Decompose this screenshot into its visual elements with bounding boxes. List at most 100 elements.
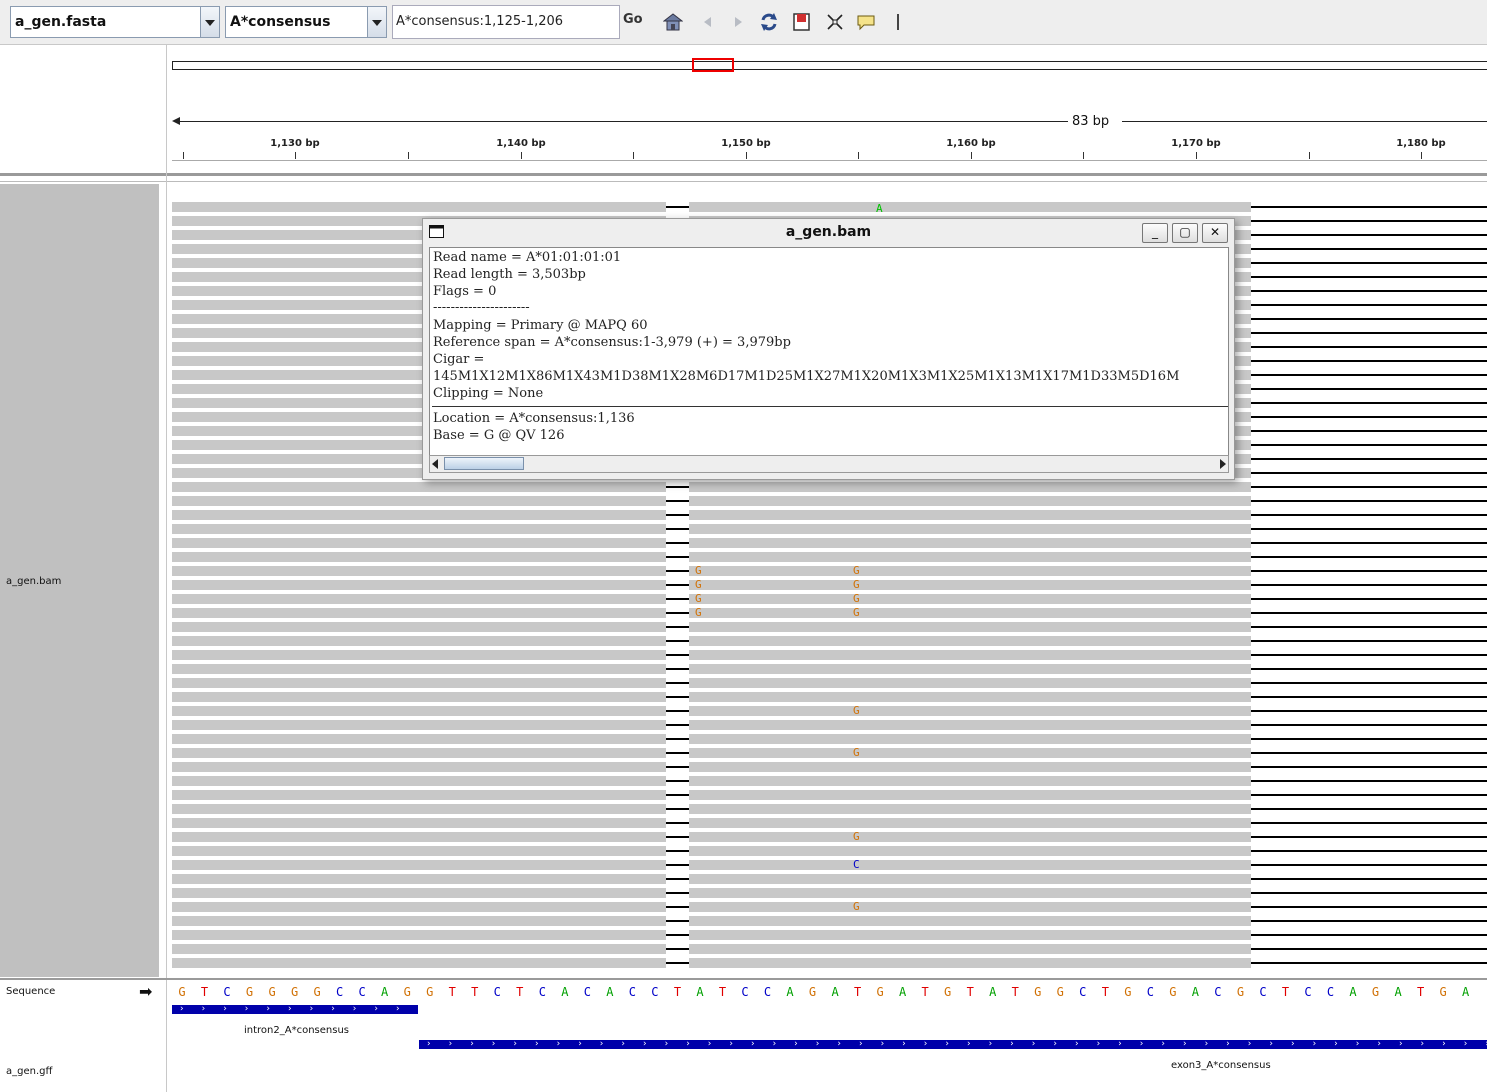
deletion-line bbox=[666, 920, 689, 922]
feature-exon3[interactable]: ››››››››››››››››››››››››››››››››››››››››… bbox=[419, 1040, 1487, 1049]
deletion-line bbox=[666, 934, 689, 936]
minimize-button[interactable]: _ bbox=[1142, 223, 1168, 243]
read-segment[interactable] bbox=[689, 594, 1251, 604]
read-segment[interactable] bbox=[689, 888, 1251, 898]
read-segment[interactable] bbox=[689, 902, 1251, 912]
read-segment[interactable] bbox=[689, 804, 1251, 814]
read-segment[interactable] bbox=[172, 860, 666, 870]
read-segment[interactable] bbox=[172, 622, 666, 632]
sequence-track-label[interactable]: Sequence bbox=[6, 986, 55, 997]
read-segment[interactable] bbox=[689, 706, 1251, 716]
read-segment[interactable] bbox=[689, 636, 1251, 646]
read-segment[interactable] bbox=[172, 888, 666, 898]
read-segment[interactable] bbox=[689, 524, 1251, 534]
sequence-base: C bbox=[741, 985, 749, 999]
read-segment[interactable] bbox=[172, 510, 666, 520]
popup-titlebar[interactable]: a_gen.bam _ ▢ ✕ bbox=[423, 219, 1234, 246]
read-segment[interactable] bbox=[689, 958, 1251, 968]
read-segment[interactable] bbox=[172, 790, 666, 800]
read-segment[interactable] bbox=[689, 692, 1251, 702]
read-segment[interactable] bbox=[172, 832, 666, 842]
scroll-right-icon[interactable] bbox=[1218, 459, 1226, 469]
read-segment[interactable] bbox=[172, 678, 666, 688]
mismatch-base: G bbox=[853, 746, 860, 759]
read-segment[interactable] bbox=[689, 944, 1251, 954]
read-segment[interactable] bbox=[172, 916, 666, 926]
feature-intron2[interactable]: ››››››››››››››› bbox=[172, 1005, 418, 1014]
read-segment[interactable] bbox=[172, 538, 666, 548]
read-segment[interactable] bbox=[172, 958, 666, 968]
read-segment[interactable] bbox=[689, 720, 1251, 730]
read-segment[interactable] bbox=[689, 608, 1251, 618]
read-segment[interactable] bbox=[172, 650, 666, 660]
read-segment[interactable] bbox=[172, 202, 666, 212]
read-segment[interactable] bbox=[172, 608, 666, 618]
read-segment[interactable] bbox=[689, 678, 1251, 688]
read-segment[interactable] bbox=[172, 692, 666, 702]
read-segment[interactable] bbox=[172, 524, 666, 534]
read-segment[interactable] bbox=[172, 818, 666, 828]
read-segment[interactable] bbox=[172, 846, 666, 856]
read-segment[interactable] bbox=[172, 734, 666, 744]
scroll-left-icon[interactable] bbox=[432, 459, 440, 469]
read-segment[interactable] bbox=[689, 930, 1251, 940]
deletion-line bbox=[1251, 458, 1487, 460]
read-segment[interactable] bbox=[172, 930, 666, 940]
read-segment[interactable] bbox=[689, 860, 1251, 870]
read-segment[interactable] bbox=[689, 762, 1251, 772]
horizontal-scrollbar[interactable] bbox=[429, 455, 1229, 473]
read-segment[interactable] bbox=[172, 594, 666, 604]
read-segment[interactable] bbox=[689, 538, 1251, 548]
read-segment[interactable] bbox=[689, 650, 1251, 660]
sequence-base: C bbox=[651, 985, 659, 999]
read-segment[interactable] bbox=[689, 874, 1251, 884]
gff-track-label[interactable]: a_gen.gff bbox=[6, 1066, 52, 1077]
read-segment[interactable] bbox=[172, 496, 666, 506]
read-segment[interactable] bbox=[172, 748, 666, 758]
read-segment[interactable] bbox=[689, 776, 1251, 786]
read-segment[interactable] bbox=[172, 580, 666, 590]
popup-line: 145M1X12M1X86M1X43M1D38M1X28M6D17M1D25M1… bbox=[433, 369, 1180, 384]
sequence-base: A bbox=[561, 985, 569, 999]
read-segment[interactable] bbox=[689, 580, 1251, 590]
read-segment[interactable] bbox=[172, 776, 666, 786]
read-segment[interactable] bbox=[689, 846, 1251, 856]
deletion-line bbox=[666, 626, 689, 628]
read-segment[interactable] bbox=[689, 552, 1251, 562]
read-segment[interactable] bbox=[689, 916, 1251, 926]
read-segment[interactable] bbox=[172, 706, 666, 716]
read-segment[interactable] bbox=[172, 636, 666, 646]
read-segment[interactable] bbox=[689, 832, 1251, 842]
read-segment[interactable] bbox=[689, 510, 1251, 520]
read-segment[interactable] bbox=[689, 202, 1251, 212]
read-segment[interactable] bbox=[172, 552, 666, 562]
read-segment[interactable] bbox=[689, 496, 1251, 506]
read-segment[interactable] bbox=[689, 818, 1251, 828]
read-segment[interactable] bbox=[689, 790, 1251, 800]
read-segment[interactable] bbox=[689, 482, 1251, 492]
read-info-popup[interactable]: a_gen.bam _ ▢ ✕ Read name = A*01:01:01:0… bbox=[422, 218, 1235, 480]
read-segment[interactable] bbox=[172, 762, 666, 772]
sequence-base: A bbox=[1462, 985, 1470, 999]
deletion-line bbox=[1251, 626, 1487, 628]
read-segment[interactable] bbox=[689, 664, 1251, 674]
read-segment[interactable] bbox=[172, 874, 666, 884]
alignment-track[interactable]: GGGGGGGGGGGCG bbox=[0, 0, 1487, 978]
read-segment[interactable] bbox=[172, 720, 666, 730]
read-segment[interactable] bbox=[172, 944, 666, 954]
read-segment[interactable] bbox=[689, 734, 1251, 744]
strand-arrow-icon[interactable]: ➡ bbox=[139, 982, 152, 1001]
read-segment[interactable] bbox=[172, 482, 666, 492]
read-segment[interactable] bbox=[172, 902, 666, 912]
read-segment[interactable] bbox=[172, 804, 666, 814]
sequence-base: G bbox=[1371, 985, 1380, 999]
close-button[interactable]: ✕ bbox=[1202, 223, 1228, 243]
scrollbar-thumb[interactable] bbox=[444, 457, 524, 470]
read-segment[interactable] bbox=[172, 664, 666, 674]
read-segment[interactable] bbox=[689, 748, 1251, 758]
panel-separator[interactable] bbox=[0, 978, 1487, 980]
read-segment[interactable] bbox=[689, 622, 1251, 632]
maximize-button[interactable]: ▢ bbox=[1172, 223, 1198, 243]
read-segment[interactable] bbox=[689, 566, 1251, 576]
read-segment[interactable] bbox=[172, 566, 666, 576]
